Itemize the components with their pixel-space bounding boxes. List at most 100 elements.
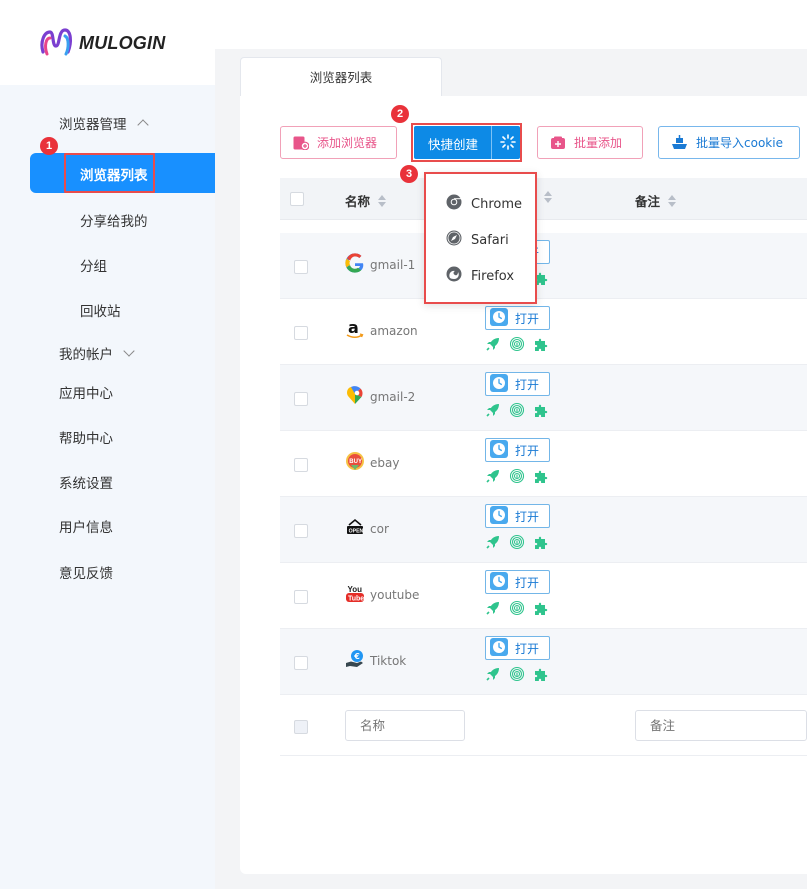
table-row[interactable]: a amazon 打开 (280, 299, 807, 365)
google-icon (345, 253, 365, 276)
extension-puzzle-icon[interactable] (533, 600, 549, 620)
svg-text:a: a (348, 319, 359, 337)
dropdown-item-safari[interactable]: Safari (446, 230, 509, 250)
row-checkbox[interactable] (294, 458, 308, 472)
fingerprint-icon[interactable] (509, 600, 525, 620)
rocket-icon[interactable] (485, 600, 501, 620)
fingerprint-icon[interactable] (509, 666, 525, 686)
sort-caret-icon[interactable] (378, 194, 387, 207)
chevron-down-icon (123, 345, 135, 357)
row-checkbox[interactable] (294, 590, 308, 604)
sidebar-item-label: 浏览器列表 (80, 168, 148, 184)
extension-puzzle-icon[interactable] (533, 402, 549, 422)
remark-filter-input[interactable] (635, 710, 807, 741)
column-header-name[interactable]: 名称 (345, 191, 387, 210)
quick-create-dropdown: Chrome Safari Firefox (424, 172, 537, 304)
sidebar-item-system-settings[interactable]: 系统设置 (59, 472, 113, 492)
column-header-sort[interactable] (544, 191, 552, 203)
table-row[interactable]: You Tube youtube 打开 (280, 563, 807, 629)
buy-badge-icon: BUY (345, 451, 365, 474)
dropdown-item-chrome[interactable]: Chrome (446, 194, 522, 214)
tab-browser-list[interactable]: 浏览器列表 (240, 57, 442, 97)
row-name-text: gmail-2 (370, 389, 416, 404)
sidebar-item-feedback[interactable]: 意见反馈 (59, 562, 113, 582)
rocket-icon[interactable] (485, 666, 501, 686)
open-browser-button[interactable]: 打开 (485, 570, 550, 594)
table-row[interactable]: OPEN cor 打开 (280, 497, 807, 563)
sidebar-item-user-info[interactable]: 用户信息 (59, 516, 113, 536)
sidebar-group-my-account[interactable]: 我的帐户 (59, 343, 135, 363)
batch-import-cookie-button[interactable]: 批量导入cookie (658, 126, 800, 159)
select-all-checkbox[interactable] (290, 192, 304, 206)
sidebar-item-groups[interactable]: 分组 (80, 255, 107, 275)
svg-text:€: € (353, 652, 360, 661)
fingerprint-icon[interactable] (509, 402, 525, 422)
row-checkbox[interactable] (294, 656, 308, 670)
fingerprint-icon[interactable] (509, 534, 525, 554)
row-checkbox[interactable] (294, 326, 308, 340)
dropdown-item-label: Firefox (471, 268, 515, 284)
row-name-text: cor (370, 521, 389, 536)
clock-icon (490, 505, 508, 527)
row-name-text: amazon (370, 323, 418, 338)
row-checkbox[interactable] (294, 524, 308, 538)
svg-text:Tube: Tube (348, 595, 364, 602)
open-browser-button[interactable]: 打开 (485, 372, 550, 396)
dropdown-item-firefox[interactable]: Firefox (446, 266, 514, 286)
extension-puzzle-icon[interactable] (533, 666, 549, 686)
rocket-icon[interactable] (485, 336, 501, 356)
row-actions (485, 468, 549, 488)
open-browser-button[interactable]: 打开 (485, 306, 550, 330)
batch-add-icon (550, 136, 566, 150)
table-row[interactable]: gmail-2 打开 (280, 365, 807, 431)
sidebar-item-app-center[interactable]: 应用中心 (59, 382, 113, 402)
column-header-remark[interactable]: 备注 (635, 191, 677, 210)
row-checkbox[interactable] (294, 392, 308, 406)
row-actions (485, 666, 549, 686)
rocket-icon[interactable] (485, 534, 501, 554)
sidebar-item-browser-list[interactable]: 浏览器列表 (30, 153, 215, 193)
filter-checkbox[interactable] (294, 720, 308, 734)
table-row[interactable]: € Tiktok 打开 (280, 629, 807, 695)
step-badge-3: 3 (400, 165, 418, 183)
row-checkbox[interactable] (294, 260, 308, 274)
batch-import-cookie-label: 批量导入cookie (696, 136, 783, 150)
sidebar-item-shared-with-me[interactable]: 分享给我的 (80, 210, 148, 230)
open-browser-button[interactable]: 打开 (485, 438, 550, 462)
row-name: You Tube youtube (345, 583, 419, 606)
sidebar-item-recycle-bin[interactable]: 回收站 (80, 300, 121, 320)
row-actions (485, 600, 549, 620)
extension-puzzle-icon[interactable] (533, 468, 549, 488)
sidebar-group-browser-management[interactable]: 浏览器管理 (59, 113, 149, 133)
highlight-box (411, 123, 522, 162)
row-name: gmail-1 (345, 253, 415, 276)
sidebar-item-help-center[interactable]: 帮助中心 (59, 427, 113, 447)
table-row[interactable]: BUY ebay 打开 (280, 431, 807, 497)
open-browser-button[interactable]: 打开 (485, 636, 550, 660)
sidebar-group-label: 浏览器管理 (59, 117, 127, 133)
row-actions (485, 534, 549, 554)
row-name: € Tiktok (345, 649, 406, 672)
rocket-icon[interactable] (485, 402, 501, 422)
fingerprint-icon[interactable] (509, 336, 525, 356)
step-badge-2: 2 (391, 105, 409, 123)
extension-puzzle-icon[interactable] (533, 534, 549, 554)
sort-caret-icon[interactable] (668, 194, 677, 207)
sort-caret-icon[interactable] (544, 191, 552, 203)
open-label: 打开 (515, 443, 540, 458)
open-browser-button[interactable]: 打开 (485, 504, 550, 528)
clock-icon (490, 439, 508, 461)
name-filter-input[interactable] (345, 710, 465, 741)
fingerprint-icon[interactable] (509, 468, 525, 488)
add-browser-button[interactable]: 添加浏览器 (280, 126, 397, 159)
batch-add-button[interactable]: 批量添加 (537, 126, 643, 159)
batch-add-label: 批量添加 (574, 136, 623, 150)
svg-text:You: You (348, 585, 363, 594)
extension-puzzle-icon[interactable] (533, 336, 549, 356)
row-name-text: gmail-1 (370, 257, 416, 272)
row-name-text: ebay (370, 455, 400, 470)
table-row[interactable]: gmail-1 打开 (280, 233, 807, 299)
rocket-icon[interactable] (485, 468, 501, 488)
row-name-text: Tiktok (370, 653, 407, 668)
mulogin-logo-icon (40, 28, 72, 56)
